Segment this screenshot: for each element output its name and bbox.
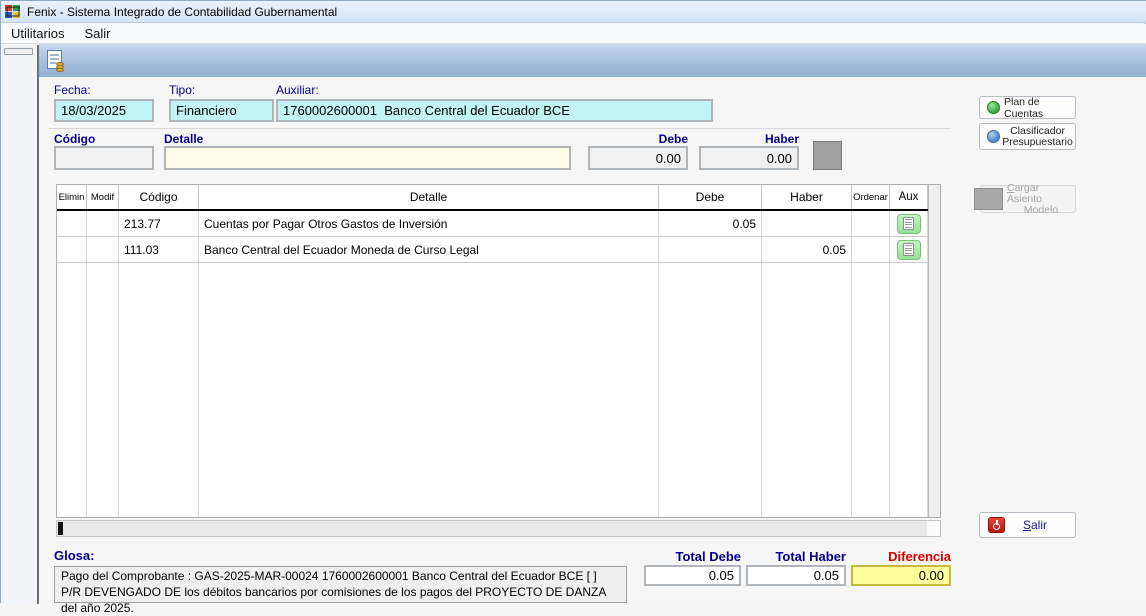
grid-header-haber: Haber [762,185,852,209]
total-debe-field [644,565,741,586]
blue-sphere-icon [987,130,1000,143]
grid-cell-aux [890,211,928,236]
grid-cell: 213.77 [119,211,199,236]
grid-row[interactable]: 111.03Banco Central del Ecuador Moneda d… [57,237,928,263]
entries-grid: EliminModifCódigoDetalleDebeHaberOrdenar… [56,184,941,518]
grid-cell [87,211,119,236]
grid-vertical-scrollbar[interactable] [928,185,940,517]
add-line-button[interactable] [813,141,842,170]
clasificador-label-line1: Clasificador [1010,126,1065,137]
aux-button[interactable] [897,240,921,260]
grid-header-row: EliminModifCódigoDetalleDebeHaberOrdenar… [57,185,928,211]
plan-de-cuentas-button[interactable]: Plan de Cuentas [979,96,1076,119]
grid-cell [762,211,852,236]
window-title: Fenix - Sistema Integrado de Contabilida… [27,5,337,19]
grid-cell: 0.05 [659,211,762,236]
debe-label: Debe [588,132,688,146]
diferencia-label: Diferencia [851,549,951,564]
cargar-asiento-icon [974,188,1003,210]
menu-salir[interactable]: Salir [74,24,120,43]
grid-cell: 111.03 [119,237,199,262]
grid-cell [57,211,87,236]
grid-header-detalle: Detalle [199,185,659,209]
codigo-label: Código [54,132,95,146]
panel-grip[interactable] [4,48,33,55]
total-haber-field [746,565,846,586]
total-haber-label: Total Haber [746,549,846,564]
grid-horizontal-scrollbar[interactable] [56,520,941,537]
fecha-label: Fecha: [54,83,91,97]
clasificador-label-line2: Presupuestario [1002,137,1073,148]
fecha-field[interactable] [54,99,154,122]
glosa-line-1: Pago del Comprobante : GAS-2025-MAR-0002… [61,568,620,584]
salir-label: Salir [1005,518,1065,532]
scrollbar-thumb[interactable] [58,522,63,535]
grid-area: EliminModifCódigoDetalleDebeHaberOrdenar… [57,185,928,517]
codigo-input[interactable] [54,146,154,170]
separator [49,128,951,129]
grid-cell [57,237,87,262]
aux-button[interactable] [897,214,921,234]
auxiliar-label: Auxiliar: [276,83,319,97]
grid-cell [659,237,762,262]
salir-button[interactable]: Salir [979,512,1076,538]
plan-de-cuentas-label: Plan de Cuentas [1004,96,1075,120]
grid-header-cdigo: Código [119,185,199,209]
grid-header-elimin: Elimin [57,185,87,209]
app-icon [5,4,21,20]
tipo-field[interactable] [169,99,274,122]
scrollbar-corner [927,521,940,536]
glosa-line-2: P/R DEVENGADO DE los débitos bancarios p… [61,584,620,616]
main-content: Fecha: Tipo: Auxiliar: Código Detalle De… [39,77,1146,604]
tipo-label: Tipo: [169,83,195,97]
menu-bar: Utilitarios Salir [1,24,1146,44]
title-bar: Fenix - Sistema Integrado de Contabilida… [1,1,1146,23]
total-debe-label: Total Debe [644,549,741,564]
diferencia-field [851,565,951,586]
coin-icon [56,68,64,72]
aux-document-icon [903,217,914,230]
grid-cell-aux [890,237,928,262]
grid-cell: Banco Central del Ecuador Moneda de Curs… [199,237,659,262]
grid-cell [87,237,119,262]
green-sphere-icon [987,101,1000,114]
power-icon [988,517,1005,533]
cargar-label-line1: Cargar Asiento [1007,183,1075,205]
grid-empty-area [57,263,928,517]
aux-document-icon [903,243,914,256]
glosa-textbox[interactable]: Pago del Comprobante : GAS-2025-MAR-0002… [54,566,627,603]
grid-header-aux: Aux [890,185,928,209]
clasificador-presupuestario-button[interactable]: Clasificador Presupuestario [979,123,1076,150]
menu-utilitarios[interactable]: Utilitarios [1,24,74,43]
toolbar [39,44,1146,77]
auxiliar-field[interactable] [276,99,713,122]
grid-row[interactable]: 213.77Cuentas por Pagar Otros Gastos de … [57,211,928,237]
grid-header-debe: Debe [659,185,762,209]
grid-header-modif: Modif [87,185,119,209]
grid-cell: 0.05 [762,237,852,262]
grid-header-ordenar: Ordenar [852,185,890,209]
grid-cell [852,237,890,262]
new-voucher-icon[interactable] [47,50,67,72]
detalle-label: Detalle [164,132,203,146]
cargar-label-line2: Modelo [1024,205,1058,216]
grid-cell: Cuentas por Pagar Otros Gastos de Invers… [199,211,659,236]
detalle-input[interactable] [164,146,571,170]
debe-input[interactable] [588,146,688,170]
haber-label: Haber [699,132,799,146]
glosa-label: Glosa: [54,548,94,563]
grid-cell [852,211,890,236]
left-panel [1,45,37,604]
haber-input[interactable] [699,146,799,170]
